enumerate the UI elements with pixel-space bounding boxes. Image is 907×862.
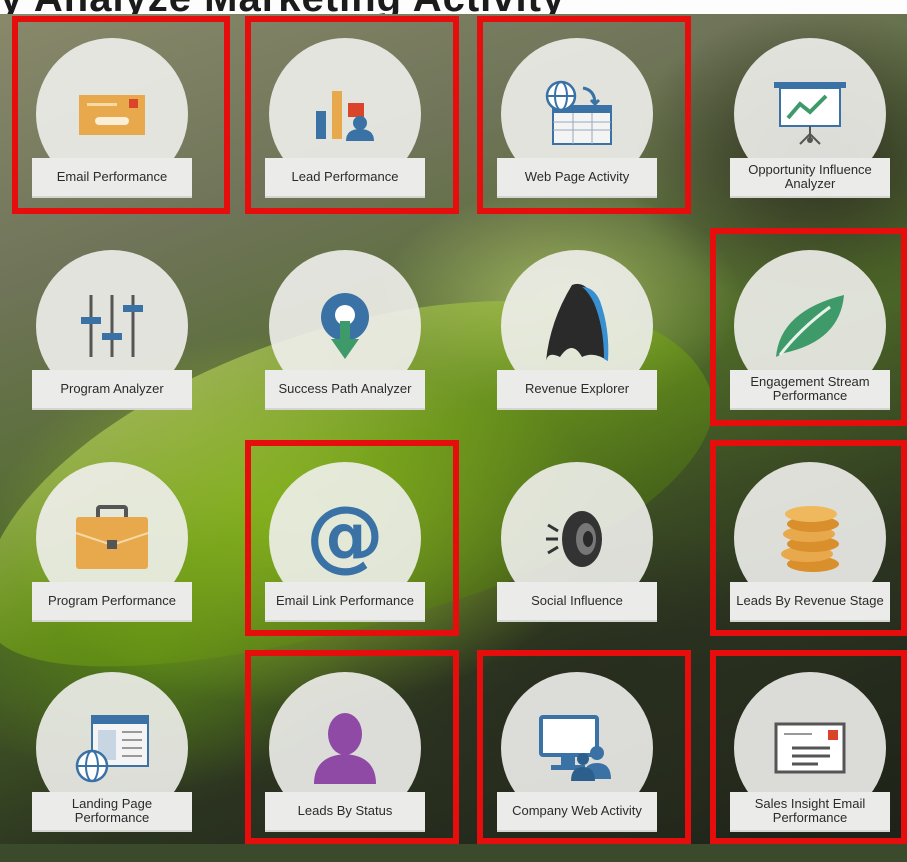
tile-company-web-activity[interactable]: Company Web Activity: [477, 662, 677, 862]
sliders-icon: [81, 295, 143, 357]
tile-label: Opportunity Influence Analyzer: [730, 158, 890, 198]
tile-label: Program Analyzer: [32, 370, 192, 410]
person-icon: [314, 713, 376, 784]
tile-revenue-explorer[interactable]: Revenue Explorer: [477, 240, 677, 440]
tile-social-influence[interactable]: Social Influence: [477, 452, 677, 652]
tile-email-performance[interactable]: Email Performance: [12, 28, 212, 228]
tile-label: Email Performance: [32, 158, 192, 198]
tile-lead-performance[interactable]: Lead Performance: [245, 28, 445, 228]
tile-label: Success Path Analyzer: [265, 370, 425, 410]
tile-web-page-activity[interactable]: Web Page Activity: [477, 28, 677, 228]
tile-label: Landing Page Performance: [32, 792, 192, 832]
tile-success-path-analyzer[interactable]: Success Path Analyzer: [245, 240, 445, 440]
tile-leads-by-status[interactable]: Leads By Status: [245, 662, 445, 862]
tile-label: Revenue Explorer: [497, 370, 657, 410]
presentation-board-icon: [774, 82, 846, 145]
at-sign-icon: @: [306, 498, 384, 578]
monitor-people-icon: [539, 715, 611, 781]
web-page-globe-icon: [545, 80, 612, 145]
bar-chart-person-icon: [316, 91, 374, 141]
tile-email-link-performance[interactable]: @ Email Link Performance: [245, 452, 445, 652]
coin-stack-icon: [781, 506, 839, 572]
tile-label: Sales Insight Email Performance: [730, 792, 890, 832]
tile-engagement-stream-performance[interactable]: Engagement Stream Performance: [710, 240, 907, 440]
envelope-icon: [79, 95, 145, 135]
tile-label: Leads By Revenue Stage: [730, 582, 890, 622]
tile-label: Web Page Activity: [497, 158, 657, 198]
tile-opportunity-influence-analyzer[interactable]: Opportunity Influence Analyzer: [710, 28, 907, 228]
svg-text:@: @: [306, 498, 384, 578]
tile-label: Leads By Status: [265, 792, 425, 832]
tile-label: Lead Performance: [265, 158, 425, 198]
tile-label: Company Web Activity: [497, 792, 657, 832]
success-path-icon: [321, 293, 369, 359]
revenue-explorer-icon: [546, 283, 609, 361]
landing-page-icon: [75, 715, 149, 783]
tile-label: Program Performance: [32, 582, 192, 622]
header-strip: y Analyze Marketing Activity: [0, 0, 907, 14]
tile-label: Engagement Stream Performance: [730, 370, 890, 410]
tile-label: Social Influence: [497, 582, 657, 622]
speaker-icon: [546, 511, 602, 567]
tile-label: Email Link Performance: [265, 582, 425, 622]
tile-landing-page-performance[interactable]: Landing Page Performance: [12, 662, 212, 862]
tile-leads-by-revenue-stage[interactable]: Leads By Revenue Stage: [710, 452, 907, 652]
tile-program-performance[interactable]: Program Performance: [12, 452, 212, 652]
tile-sales-insight-email-performance[interactable]: Sales Insight Email Performance: [710, 662, 907, 862]
leaf-icon: [776, 295, 844, 357]
briefcase-icon: [75, 505, 149, 569]
letter-icon: [774, 722, 846, 774]
tile-program-analyzer[interactable]: Program Analyzer: [12, 240, 212, 440]
header-partial-text: y Analyze Marketing Activity: [0, 0, 565, 14]
